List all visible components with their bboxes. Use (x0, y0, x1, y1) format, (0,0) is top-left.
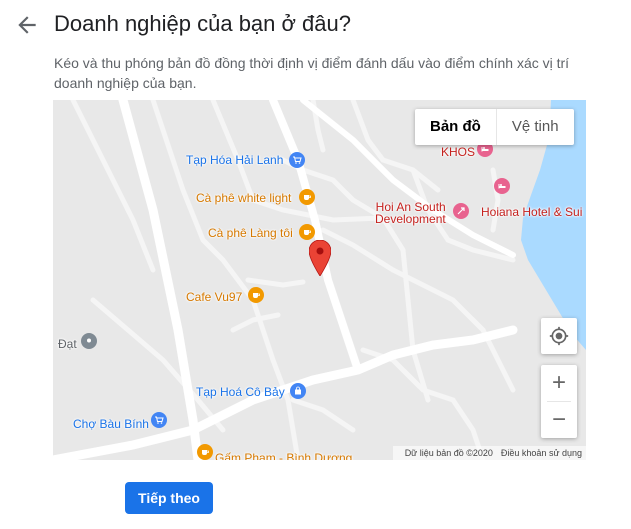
my-location-icon (549, 326, 569, 346)
place-label-hoiana-hotel[interactable]: Hoiana Hotel & Sui (481, 205, 582, 219)
zoom-in-button[interactable]: + (541, 365, 577, 401)
place-label-tap-hoa-hai-lanh[interactable]: Tạp Hóa Hải Lanh (186, 153, 283, 167)
coffee-icon[interactable] (299, 189, 315, 205)
coffee-icon[interactable] (197, 444, 213, 460)
map-type-toggle: Bản đồ Vệ tinh (415, 109, 574, 145)
map-view[interactable]: Tạp Hóa Hải Lanh Cà phê white light Cà p… (53, 100, 586, 460)
map-type-map-button[interactable]: Bản đồ (415, 109, 496, 145)
place-label-ca-phe-white-light[interactable]: Cà phê white light (196, 191, 291, 205)
zoom-controls: + − (541, 365, 577, 438)
coffee-icon[interactable] (299, 224, 315, 240)
place-label-cafe-vu97[interactable]: Cafe Vu97 (186, 290, 242, 304)
map-roads (53, 100, 586, 460)
place-label-hoi-an-south[interactable]: Hoi An South Development (375, 201, 446, 225)
back-button[interactable] (14, 12, 40, 38)
map-type-satellite-button[interactable]: Vệ tinh (497, 109, 574, 145)
place-label-khos[interactable]: KHOS (441, 145, 475, 159)
map-attribution: Dữ liệu bản đồ ©2020 Điều khoản sử dụng (392, 446, 586, 460)
place-label-ca-phe-lang-toi[interactable]: Cà phê Làng tôi (208, 226, 293, 240)
map-data-credit: Dữ liệu bản đồ ©2020 (404, 448, 493, 458)
hotel-icon[interactable] (494, 178, 510, 194)
my-location-button[interactable] (541, 318, 577, 354)
next-button[interactable]: Tiếp theo (125, 482, 213, 514)
place-label-gam-pham[interactable]: Gấm Phạm - Bình Dương (215, 451, 352, 460)
page-description: Kéo và thu phóng bản đồ đồng thời định v… (54, 55, 570, 91)
coffee-icon[interactable] (248, 287, 264, 303)
shopping-bag-icon[interactable] (290, 383, 306, 399)
place-label-dat[interactable]: Đạt (58, 337, 77, 351)
shopping-cart-icon[interactable] (289, 152, 305, 168)
place-label-tap-hoa-co-bay[interactable]: Tạp Hoá Cô Bảy (196, 385, 285, 399)
map-pin-icon[interactable] (453, 203, 469, 219)
pin-icon[interactable] (81, 333, 97, 349)
shopping-cart-icon[interactable] (151, 412, 167, 428)
page-title: Doanh nghiệp của bạn ở đâu? (54, 11, 351, 36)
zoom-out-button[interactable]: − (541, 402, 577, 438)
arrow-back-icon (18, 16, 36, 34)
place-label-cho-bau-binh[interactable]: Chợ Bàu Bính (73, 417, 149, 431)
red-pin-icon[interactable] (309, 240, 331, 276)
terms-of-use-link[interactable]: Điều khoản sử dụng (501, 448, 582, 458)
